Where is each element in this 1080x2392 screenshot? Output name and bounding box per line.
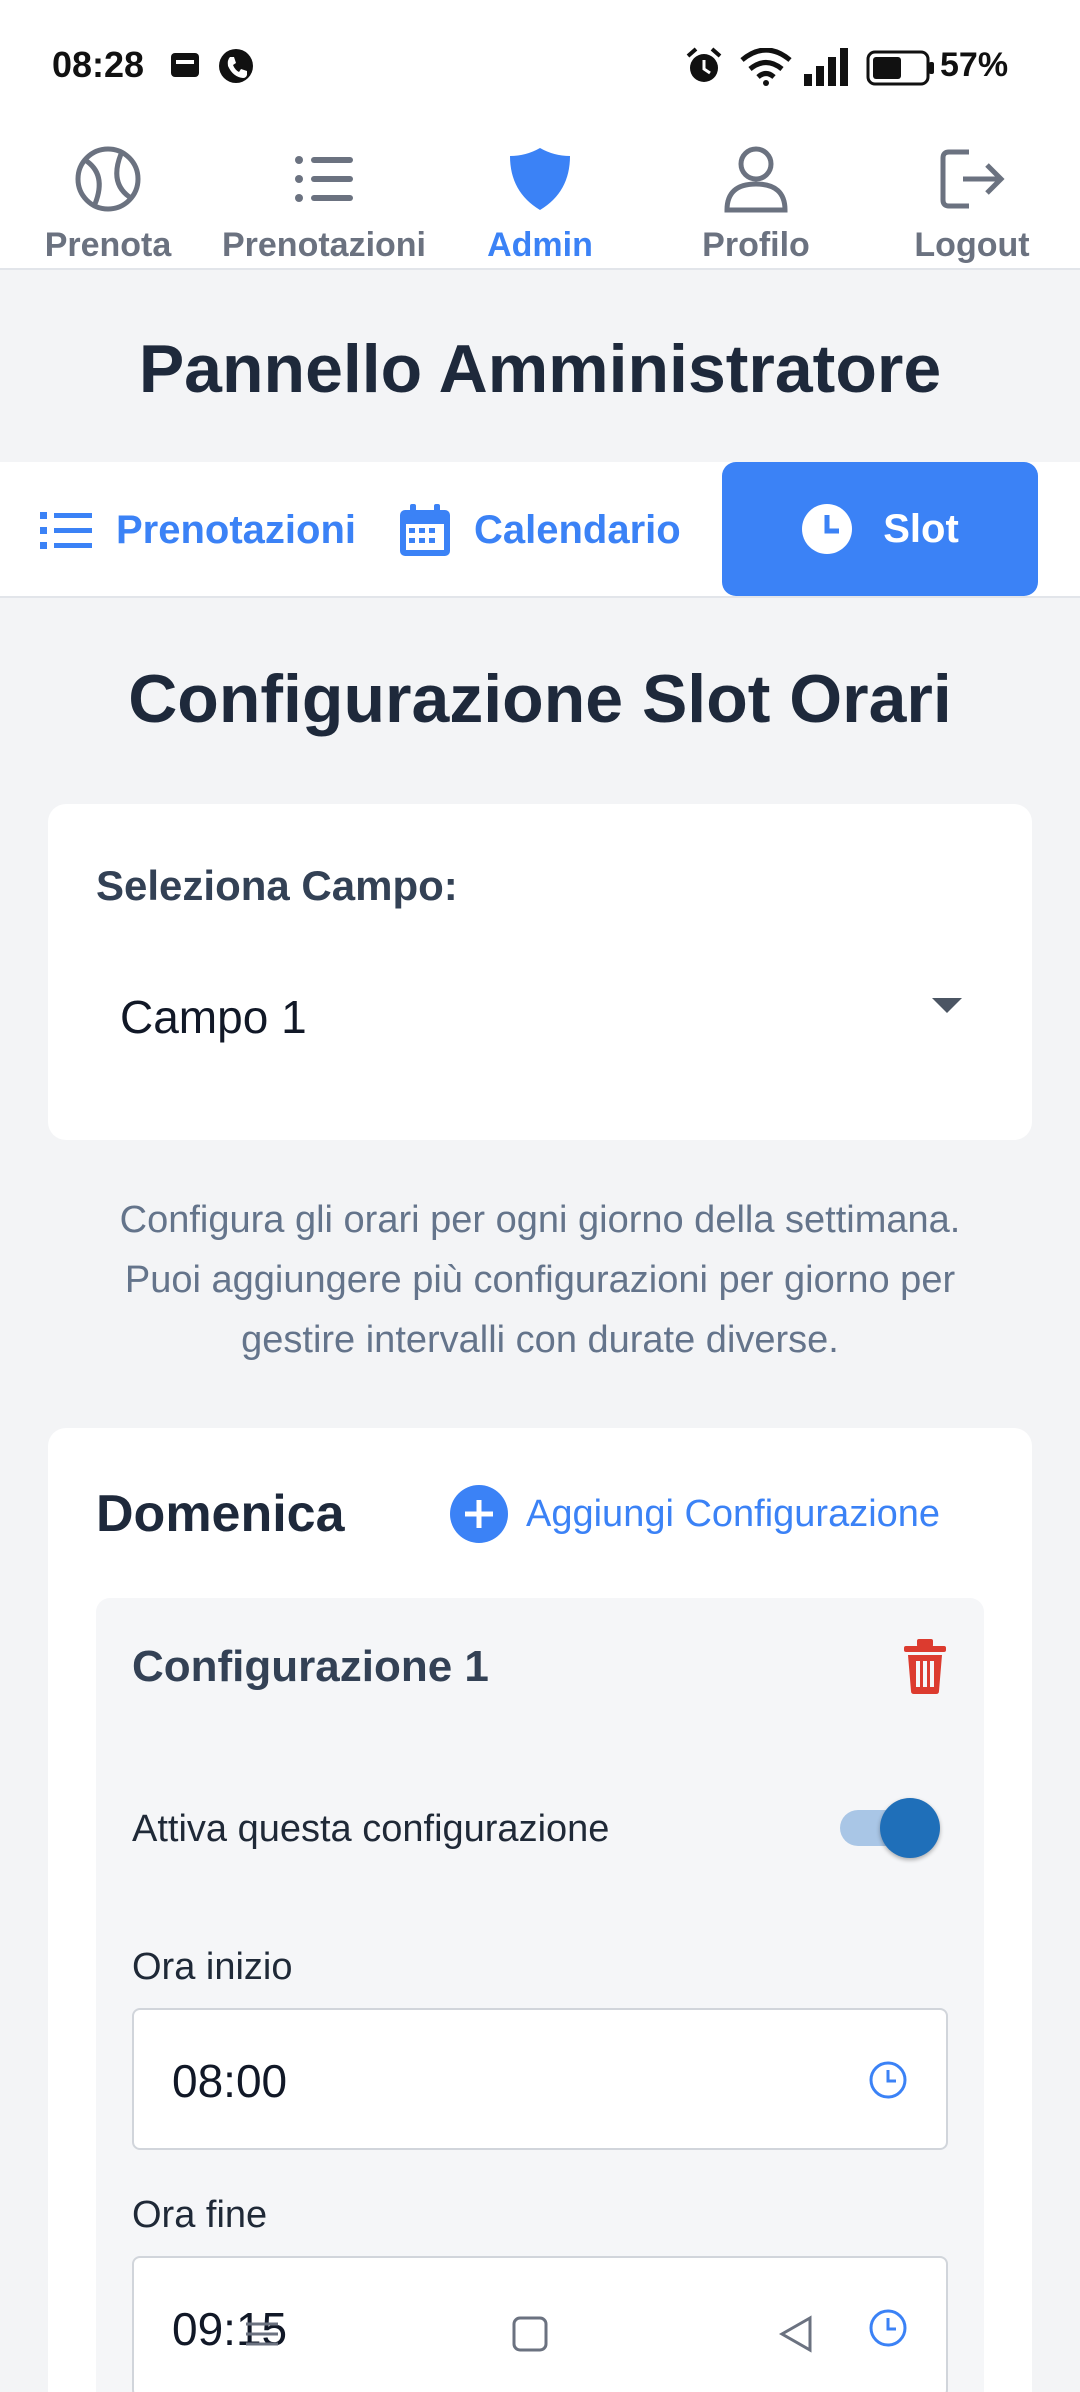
add-configuration-button[interactable]: Aggiungi Configurazione	[450, 1484, 940, 1544]
menu-icon[interactable]	[242, 2314, 282, 2354]
back-icon[interactable]	[776, 2314, 816, 2354]
tab-slot[interactable]: Slot	[722, 462, 1038, 596]
calendar-icon	[400, 504, 450, 556]
tab-label: Prenotazioni	[116, 507, 357, 552]
info-line: Configura gli orari per ogni giorno dell…	[119, 1199, 961, 1241]
nav-item-admin[interactable]: Admin	[432, 130, 648, 270]
active-toggle[interactable]	[840, 1796, 940, 1858]
nav-item-prenotazioni[interactable]: Prenotazioni	[216, 130, 432, 270]
info-text: Configura gli orari per ogni giorno dell…	[60, 1190, 1020, 1370]
day-title: Domenica	[96, 1485, 345, 1543]
status-bar: 08:28 57%	[0, 0, 1080, 130]
top-nav: Prenota Prenotazioni Admin Profilo Logou…	[0, 130, 1080, 270]
add-configuration-label: Aggiungi Configurazione	[526, 1492, 941, 1535]
nav-label: Prenota	[44, 226, 172, 264]
nav-label: Profilo	[702, 226, 810, 264]
campo-selected-value: Campo 1	[120, 991, 307, 1043]
alarm-icon	[686, 47, 722, 82]
tab-label: Slot	[883, 506, 959, 551]
start-time-field[interactable]: 08:00	[132, 2008, 948, 2150]
tab-prenotazioni[interactable]: Prenotazioni	[40, 462, 370, 598]
start-time-value: 08:00	[172, 2055, 288, 2107]
admin-tabs: Prenotazioni Calendario Slot	[0, 462, 1080, 598]
trash-icon[interactable]	[902, 1638, 948, 1694]
list-icon	[40, 512, 92, 549]
plus-circle-icon	[450, 1485, 508, 1543]
start-time-label: Ora inizio	[132, 1946, 293, 1988]
user-icon	[724, 146, 788, 213]
page-title: Pannello Amministratore	[138, 331, 942, 407]
section-title: Configurazione Slot Orari	[128, 661, 952, 737]
signal-icon	[804, 48, 848, 86]
campo-label: Seleziona Campo:	[96, 862, 458, 909]
nav-item-profilo[interactable]: Profilo	[648, 130, 864, 270]
day-card: Domenica Aggiungi Configurazione Configu…	[48, 1428, 1032, 2392]
home-icon[interactable]	[510, 2314, 550, 2354]
nav-label: Admin	[487, 226, 593, 264]
nav-item-logout[interactable]: Logout	[864, 130, 1080, 270]
tab-label: Calendario	[474, 507, 681, 552]
shield-icon	[510, 148, 570, 210]
logout-icon	[940, 149, 1005, 209]
chevron-down-icon	[932, 998, 962, 1013]
info-line: gestire intervalli con durate diverse.	[241, 1319, 839, 1361]
clock-icon[interactable]	[868, 2060, 908, 2100]
tab-calendario[interactable]: Calendario	[398, 462, 698, 598]
status-time: 08:28	[52, 44, 145, 85]
campo-card: Seleziona Campo: Campo 1	[48, 804, 1032, 1140]
configuration-box: Configurazione 1 Attiva questa configura…	[96, 1598, 984, 2392]
toggle-label: Attiva questa configurazione	[132, 1808, 610, 1850]
nav-label: Prenotazioni	[221, 226, 427, 264]
battery-percent: 57%	[940, 46, 1009, 84]
nav-label: Logout	[914, 226, 1030, 264]
sim-card-icon	[171, 53, 199, 77]
nav-item-prenota[interactable]: Prenota	[0, 130, 216, 270]
end-time-label: Ora fine	[132, 2194, 268, 2236]
battery-fill	[873, 57, 901, 79]
list-icon	[295, 156, 353, 202]
clock-icon	[802, 504, 853, 554]
phone-icon	[219, 49, 253, 83]
configuration-title: Configurazione 1	[132, 1642, 489, 1691]
toggle-thumb	[880, 1798, 940, 1858]
campo-select[interactable]: Campo 1	[96, 954, 986, 1064]
system-nav-bar	[0, 2300, 1080, 2392]
info-line: Puoi aggiungere più configurazioni per g…	[124, 1259, 956, 1301]
tennis-ball-icon	[75, 146, 141, 212]
battery-icon	[866, 50, 934, 86]
wifi-icon	[740, 48, 792, 86]
